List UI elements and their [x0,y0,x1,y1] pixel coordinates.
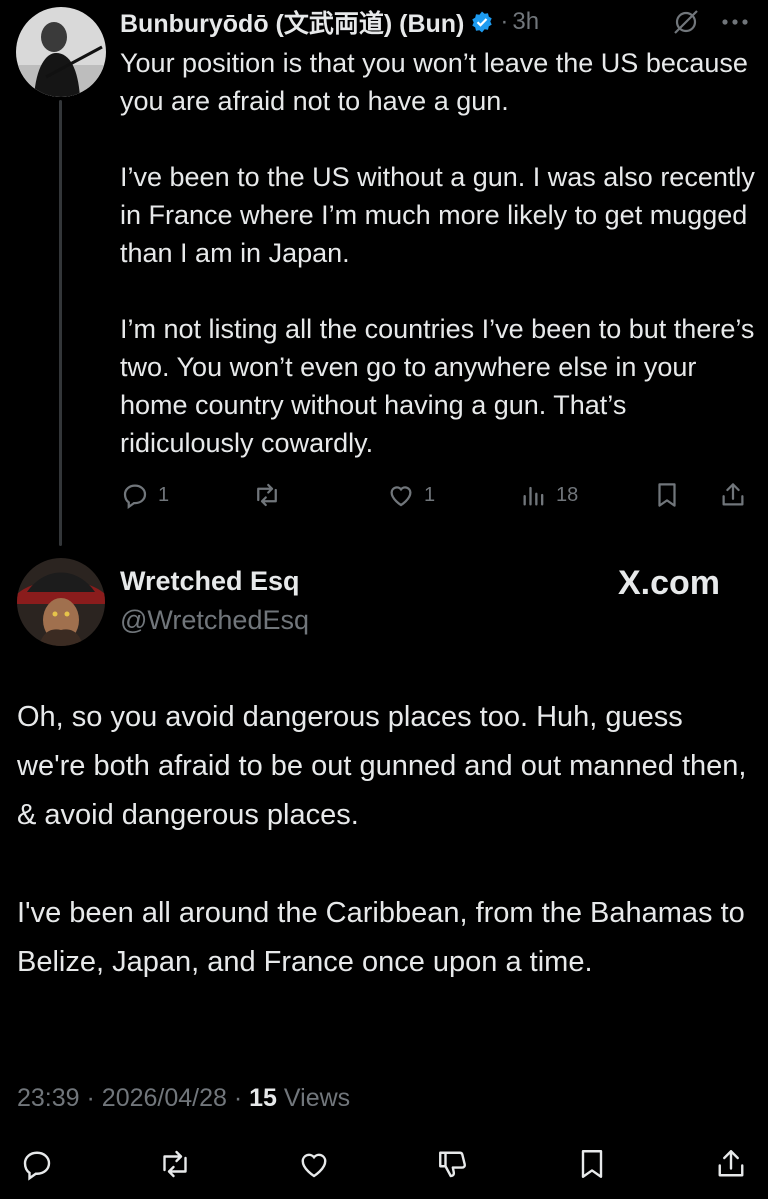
main-reply-icon[interactable] [19,1146,55,1182]
view-count: 18 [556,483,579,506]
reply-count: 1 [158,483,170,506]
xcom-watermark: X.com [618,564,721,602]
like-count: 1 [424,483,436,506]
main-handle[interactable]: @WretchedEsq [120,605,309,636]
main-avatar[interactable] [17,558,105,646]
main-share-icon[interactable] [713,1146,749,1182]
retweet-icon [252,480,282,510]
main-meta: 23:39 · 2026/04/28 · 15 Views [17,1084,350,1113]
reply-paragraph: Your position is that you won’t leave th… [120,48,748,116]
reply-views-action[interactable]: 18 [520,480,578,510]
meta-dot: · [233,1084,243,1112]
main-like-icon[interactable] [296,1146,332,1182]
grok-icon[interactable] [672,8,700,36]
main-author-name[interactable]: Wretched Esq [120,566,300,597]
main-paragraph: I've been all around the Caribbean, from… [17,897,745,978]
reply-reply-action[interactable]: 1 [120,480,169,510]
main-text: Oh, so you avoid dangerous places too. H… [17,693,757,1036]
main-dislike-icon[interactable] [435,1146,471,1182]
views-label: Views [283,1084,351,1112]
main-bookmark-icon[interactable] [574,1146,610,1182]
main-paragraph: Oh, so you avoid dangerous places too. H… [17,701,747,831]
views-icon [520,481,548,509]
views-count: 15 [249,1084,277,1112]
post-date[interactable]: 2026/04/28 [102,1084,227,1112]
more-icon[interactable] [721,12,749,32]
like-icon [386,480,416,510]
reply-header: Bunburyōdō (文武両道) (Bun) · 3h [120,4,539,40]
reply-separator: · [500,8,509,35]
bookmark-icon[interactable] [652,480,682,510]
reply-like-action[interactable]: 1 [386,480,435,510]
reply-avatar[interactable] [16,7,106,97]
reply-time[interactable]: 3h [512,8,539,36]
reply-icon [120,480,150,510]
reply-paragraph: I’m not listing all the countries I’ve b… [120,314,755,458]
meta-dot: · [86,1084,95,1112]
main-retweet-icon[interactable] [157,1146,193,1182]
reply-retweet-action[interactable] [252,480,282,510]
thread-line [59,100,62,546]
reply-author-name[interactable]: Bunburyōdō (文武両道) (Bun) [120,4,464,40]
share-icon[interactable] [718,480,748,510]
reply-text: Your position is that you won’t leave th… [120,44,760,500]
reply-paragraph: I’ve been to the US without a gun. I was… [120,162,755,268]
post-time[interactable]: 23:39 [17,1084,80,1112]
verified-badge-icon [470,10,494,34]
